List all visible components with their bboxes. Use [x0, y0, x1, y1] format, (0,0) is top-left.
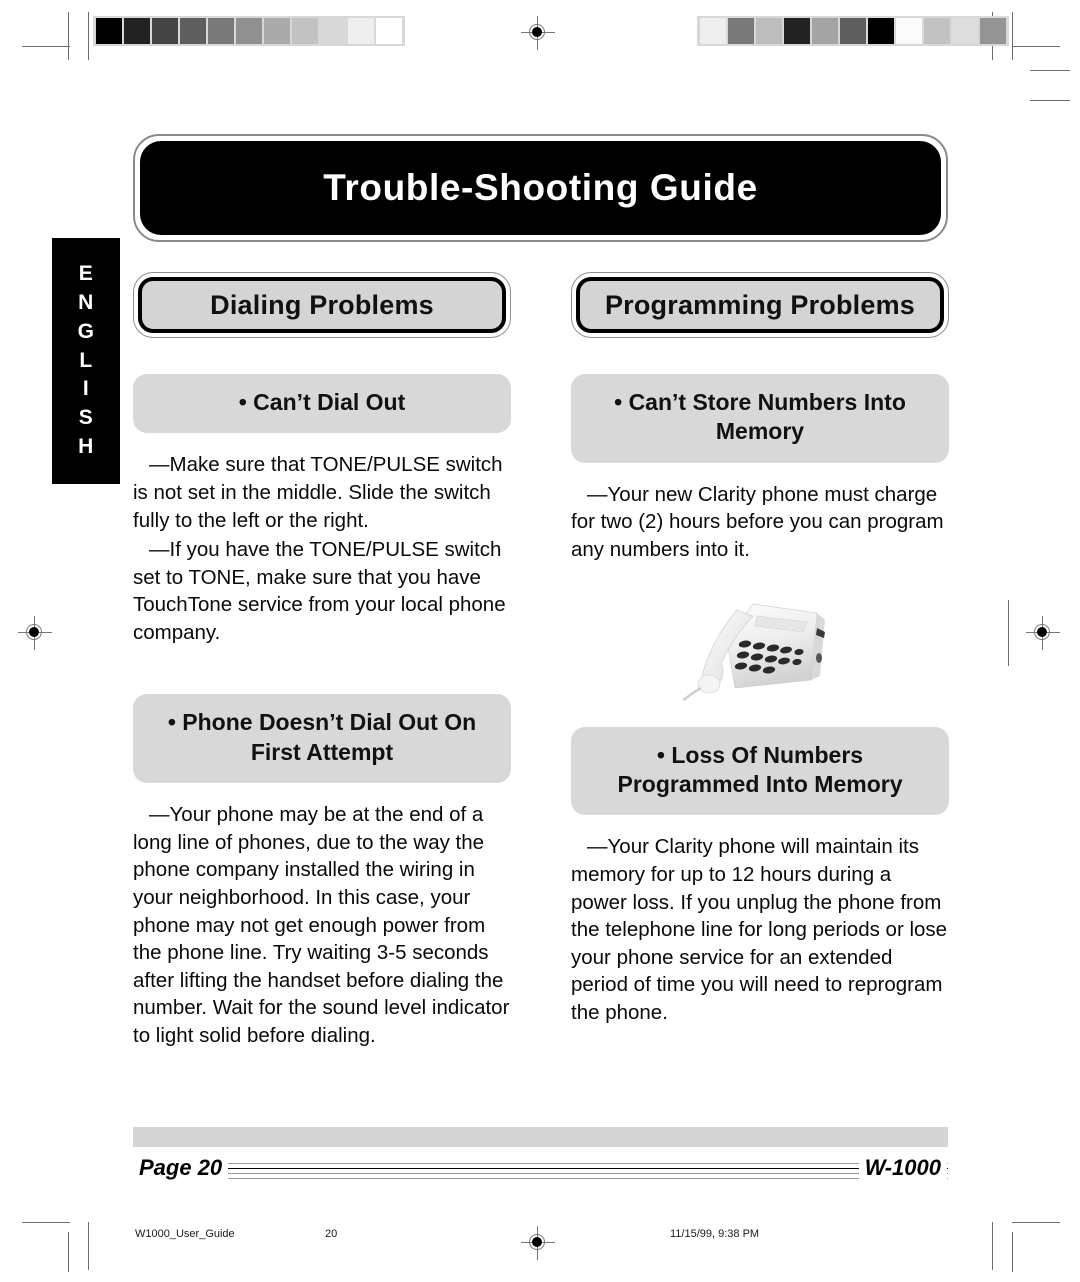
subsection-pill-cant-store-numbers: • Can’t Store Numbers Into Memory: [571, 374, 949, 463]
column-dialing-problems: Dialing Problems • Can’t Dial Out —Make …: [133, 272, 511, 1049]
slug-timestamp: 11/15/99, 9:38 PM: [670, 1228, 760, 1240]
language-tab-english: ENGLISH: [52, 238, 120, 484]
paragraph: —If you have the TONE/PULSE switch set t…: [133, 538, 506, 644]
paragraph: —Make sure that TONE/PULSE switch is not…: [133, 453, 503, 532]
subsection-pill-first-attempt: • Phone Doesn’t Dial Out On First Attemp…: [133, 694, 511, 784]
subsection-pill-loss-of-numbers: • Loss Of Numbers Programmed Into Memory: [571, 726, 949, 816]
language-tab-letter: I: [82, 377, 90, 401]
body-text-cant-store-numbers: —Your new Clarity phone must charge for …: [571, 481, 949, 564]
section-heading-plate-dialing: Dialing Problems: [133, 272, 511, 338]
paragraph: —Your Clarity phone will maintain its me…: [571, 835, 948, 1024]
slug-filename: W1000_User_Guide: [135, 1228, 235, 1240]
subsection-pill-line: • Loss Of Numbers: [656, 741, 864, 768]
section-heading-plate-programming: Programming Problems: [571, 272, 949, 338]
body-text-loss-of-numbers: —Your Clarity phone will maintain its me…: [571, 833, 949, 1026]
subsection-pill-line: • Can’t Store Numbers Into: [614, 389, 906, 415]
language-tab-letter: L: [79, 348, 93, 372]
language-tab-letter: N: [78, 290, 94, 314]
manual-page: ENGLISH Trouble-Shooting Guide Dialing P…: [0, 0, 1080, 1282]
section-heading-programming-label: Programming Problems: [604, 289, 916, 320]
language-tab-letter: E: [78, 261, 94, 285]
footer-rule: [133, 1168, 948, 1169]
subsection-pill-line: • Phone Doesn’t Dial Out On: [167, 709, 477, 736]
subsection-pill-line: Programmed Into Memory: [617, 771, 903, 797]
footer-page-label: Page 20: [133, 1155, 229, 1181]
language-tab-letter: G: [77, 319, 95, 343]
subsection-pill-line: Memory: [715, 418, 805, 445]
footer-rule: [133, 1173, 948, 1174]
language-tab-letter: S: [78, 406, 94, 430]
section-heading-dialing-label: Dialing Problems: [210, 289, 434, 320]
footer-model-label: W-1000: [858, 1155, 947, 1181]
body-text-first-attempt: —Your phone may be at the end of a long …: [133, 801, 511, 1049]
footer-rule: [133, 1163, 948, 1164]
footer-rule: [133, 1178, 948, 1179]
page-title: Trouble-Shooting Guide: [323, 167, 758, 208]
paragraph: —Your phone may be at the end of a long …: [133, 803, 510, 1047]
subsection-pill-line: • Can’t Dial Out: [238, 389, 406, 415]
section-heading-plate-programming-inner: Programming Problems: [576, 277, 944, 333]
page-title-banner-inner: Trouble-Shooting Guide: [140, 141, 941, 235]
footer-gray-bar: [133, 1127, 948, 1147]
language-tab-letter: H: [78, 435, 94, 459]
paragraph: —Your new Clarity phone must charge for …: [571, 482, 944, 561]
subsection-pill-line: First Attempt: [250, 738, 394, 765]
slug-page-number: 20: [325, 1228, 338, 1240]
page-title-banner: Trouble-Shooting Guide: [133, 134, 948, 242]
telephone-photo: [682, 603, 825, 702]
footer-rule-group: [133, 1163, 948, 1181]
subsection-pill-cant-dial-out: • Can’t Dial Out: [133, 374, 511, 434]
section-heading-plate-dialing-inner: Dialing Problems: [138, 277, 506, 333]
body-text-cant-dial-out: —Make sure that TONE/PULSE switch is not…: [133, 451, 511, 646]
